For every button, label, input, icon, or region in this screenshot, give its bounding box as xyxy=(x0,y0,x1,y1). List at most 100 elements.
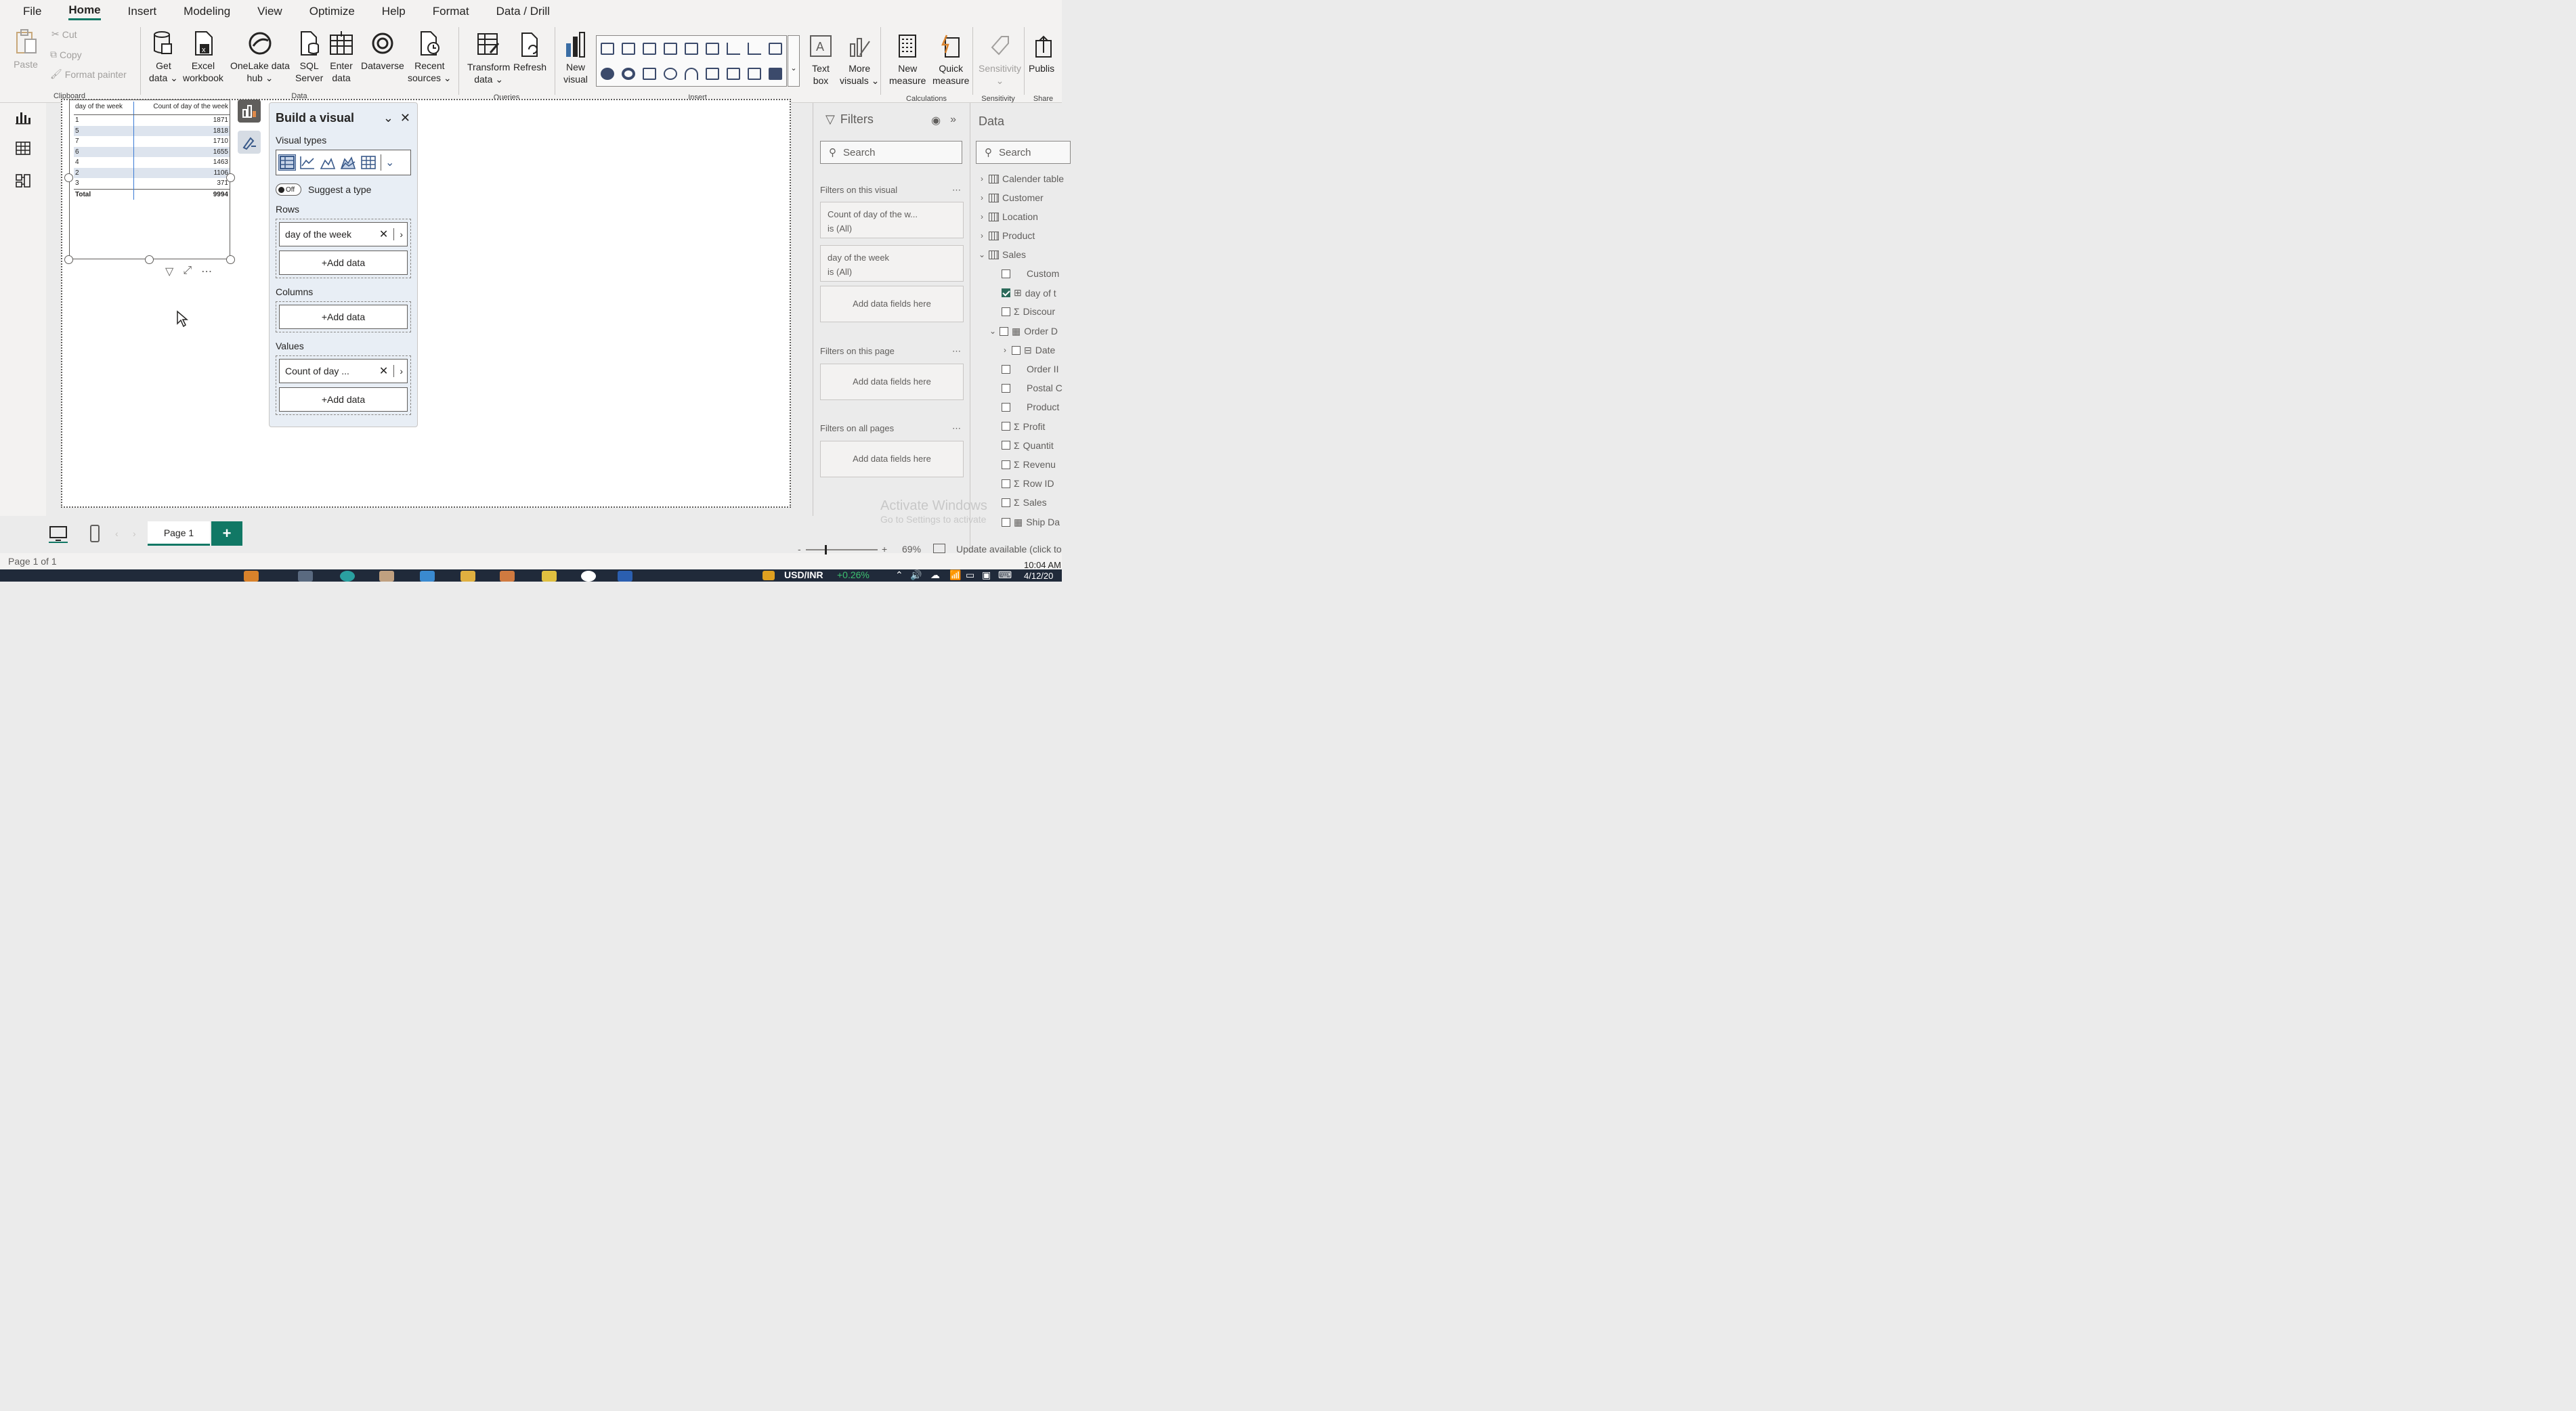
clock-date[interactable]: 4/12/20 xyxy=(1024,571,1053,581)
field-checkbox[interactable] xyxy=(1000,326,1008,336)
stacked-column-icon[interactable] xyxy=(621,42,635,55)
store-app-icon[interactable] xyxy=(379,571,394,582)
new-visual-button[interactable]: New visual xyxy=(563,31,588,85)
expand-field-chevron-icon[interactable]: › xyxy=(400,366,403,376)
fit-to-page-icon[interactable] xyxy=(933,544,945,553)
field-node[interactable]: ⊞ day of t xyxy=(1002,287,1056,299)
gallery-expand-chevron-icon[interactable]: ⌄ xyxy=(788,35,800,87)
format-visual-tab[interactable] xyxy=(238,131,261,154)
expand-chevron-icon[interactable]: › xyxy=(979,212,985,221)
battery-icon[interactable]: ▭ xyxy=(966,569,974,581)
table-icon[interactable] xyxy=(748,67,762,80)
field-checkbox[interactable] xyxy=(1002,402,1010,412)
matrix-type-icon[interactable] xyxy=(360,155,377,170)
filter-card-day[interactable]: day of the week is (All) xyxy=(820,245,964,282)
rows-add-data-button[interactable]: +Add data xyxy=(279,251,408,275)
menu-view[interactable]: View xyxy=(257,5,282,18)
resize-handle[interactable] xyxy=(64,173,73,182)
publish-button[interactable]: Publis xyxy=(1029,32,1054,74)
pie-chart-icon[interactable] xyxy=(600,67,614,80)
keyboard-icon[interactable]: ⌨ xyxy=(998,569,1012,581)
suggest-type-toggle[interactable]: Off xyxy=(276,183,301,196)
field-node[interactable]: ▦ Ship Da xyxy=(1002,517,1060,528)
field-checkbox[interactable] xyxy=(1002,422,1010,431)
field-checkbox[interactable] xyxy=(1002,441,1010,450)
line-chart-icon[interactable] xyxy=(727,42,741,55)
format-painter-button[interactable]: 🖌 Format painter xyxy=(50,68,127,80)
resize-handle[interactable] xyxy=(64,255,73,264)
visual-gallery[interactable] xyxy=(596,35,787,87)
rows-field-chip[interactable]: day of the week ✕ › xyxy=(279,222,408,246)
scroll-right-chevron-icon[interactable]: › xyxy=(133,528,136,539)
field-checkbox[interactable] xyxy=(1002,383,1010,393)
field-checkbox[interactable] xyxy=(1002,288,1010,298)
clustered-column-icon[interactable] xyxy=(663,42,677,55)
expand-chevron-icon[interactable]: › xyxy=(979,193,985,202)
zoom-slider[interactable] xyxy=(806,545,878,555)
get-data-button[interactable]: Get data ⌄ xyxy=(149,30,178,84)
scroll-left-chevron-icon[interactable]: ‹ xyxy=(115,528,119,539)
field-node[interactable]: Σ Profit xyxy=(1002,421,1045,432)
expand-chevron-icon[interactable]: ⌄ xyxy=(989,326,996,336)
sql-server-button[interactable]: SQL Server xyxy=(295,30,323,84)
field-checkbox[interactable] xyxy=(1002,269,1010,278)
donut-chart-icon[interactable] xyxy=(621,67,635,80)
taskview-icon[interactable] xyxy=(298,571,313,582)
power-bi-app-icon[interactable] xyxy=(542,571,557,582)
table-node[interactable]: › Product xyxy=(979,230,1035,241)
stacked-column-100-icon[interactable] xyxy=(706,42,720,55)
zoom-in-button[interactable]: + xyxy=(882,544,887,555)
model-view-icon[interactable] xyxy=(15,173,31,188)
treemap-icon[interactable] xyxy=(642,67,656,80)
file-explorer-icon[interactable] xyxy=(460,571,475,582)
columns-add-data-button[interactable]: +Add data xyxy=(279,305,408,329)
page-tab[interactable]: Page 1 xyxy=(148,521,210,546)
add-page-button[interactable]: + xyxy=(211,521,242,546)
visual-add-fields-dropzone[interactable]: Add data fields here xyxy=(820,286,964,322)
card-icon[interactable] xyxy=(706,67,720,80)
field-node[interactable]: Σ Revenu xyxy=(1002,459,1056,470)
column-header-day[interactable]: day of the week xyxy=(74,102,134,115)
field-checkbox[interactable] xyxy=(1002,460,1010,469)
field-checkbox[interactable] xyxy=(1012,345,1021,355)
volume-icon[interactable]: 🔊 xyxy=(910,569,922,581)
wifi-icon[interactable]: 📶 xyxy=(949,569,961,581)
cut-button[interactable]: ✂ Cut xyxy=(51,28,77,40)
all-pages-add-fields-dropzone[interactable]: Add data fields here xyxy=(820,441,964,477)
field-checkbox[interactable] xyxy=(1002,364,1010,374)
field-node[interactable]: Product xyxy=(1002,401,1059,412)
table-node[interactable]: › Calender table xyxy=(979,173,1064,184)
more-options-icon[interactable]: ⋯ xyxy=(201,265,212,278)
collapse-chevron-icon[interactable]: ⌄ xyxy=(383,111,393,125)
copy-button[interactable]: ⧉ Copy xyxy=(50,49,82,60)
collapse-chevron-icon[interactable]: ⌄ xyxy=(979,250,985,259)
stacked-area-chart-type-icon[interactable] xyxy=(340,155,356,170)
expand-chevron-icon[interactable]: › xyxy=(1002,345,1008,355)
resize-handle[interactable] xyxy=(226,173,235,182)
field-checkbox[interactable] xyxy=(1002,498,1010,507)
menu-help[interactable]: Help xyxy=(382,5,406,18)
field-node[interactable]: Σ Sales xyxy=(1002,497,1047,508)
field-node[interactable]: Order II xyxy=(1002,364,1058,374)
stacked-bar-icon[interactable] xyxy=(600,42,614,55)
media-player-icon[interactable] xyxy=(581,571,596,582)
area-chart-icon[interactable] xyxy=(748,42,762,55)
focus-mode-icon[interactable]: ⤢ xyxy=(183,265,192,278)
more-visuals-button[interactable]: More visuals ⌄ xyxy=(840,32,879,87)
values-field-chip[interactable]: Count of day ... ✕ › xyxy=(279,359,408,383)
excel-workbook-button[interactable]: x Excel workbook xyxy=(183,30,223,84)
refresh-button[interactable]: Refresh xyxy=(513,31,546,73)
values-add-data-button[interactable]: +Add data xyxy=(279,387,408,412)
columns-well[interactable]: +Add data xyxy=(276,301,411,332)
dataverse-button[interactable]: Dataverse xyxy=(361,30,404,72)
remove-field-icon[interactable]: ✕ xyxy=(379,364,388,378)
filter-card-count[interactable]: Count of day of the w... is (All) xyxy=(820,202,964,238)
field-node[interactable]: Σ Discour xyxy=(1002,306,1055,317)
sensitivity-button[interactable]: Sensitivity ⌄ xyxy=(979,32,1021,87)
paste-button[interactable]: Paste xyxy=(14,28,38,70)
eye-icon[interactable]: ◉ xyxy=(931,114,941,127)
matrix-icon[interactable] xyxy=(769,67,783,80)
text-box-button[interactable]: A Text box xyxy=(809,32,833,87)
multi-row-card-icon[interactable] xyxy=(727,67,741,80)
field-node[interactable]: Σ Row ID xyxy=(1002,478,1054,489)
